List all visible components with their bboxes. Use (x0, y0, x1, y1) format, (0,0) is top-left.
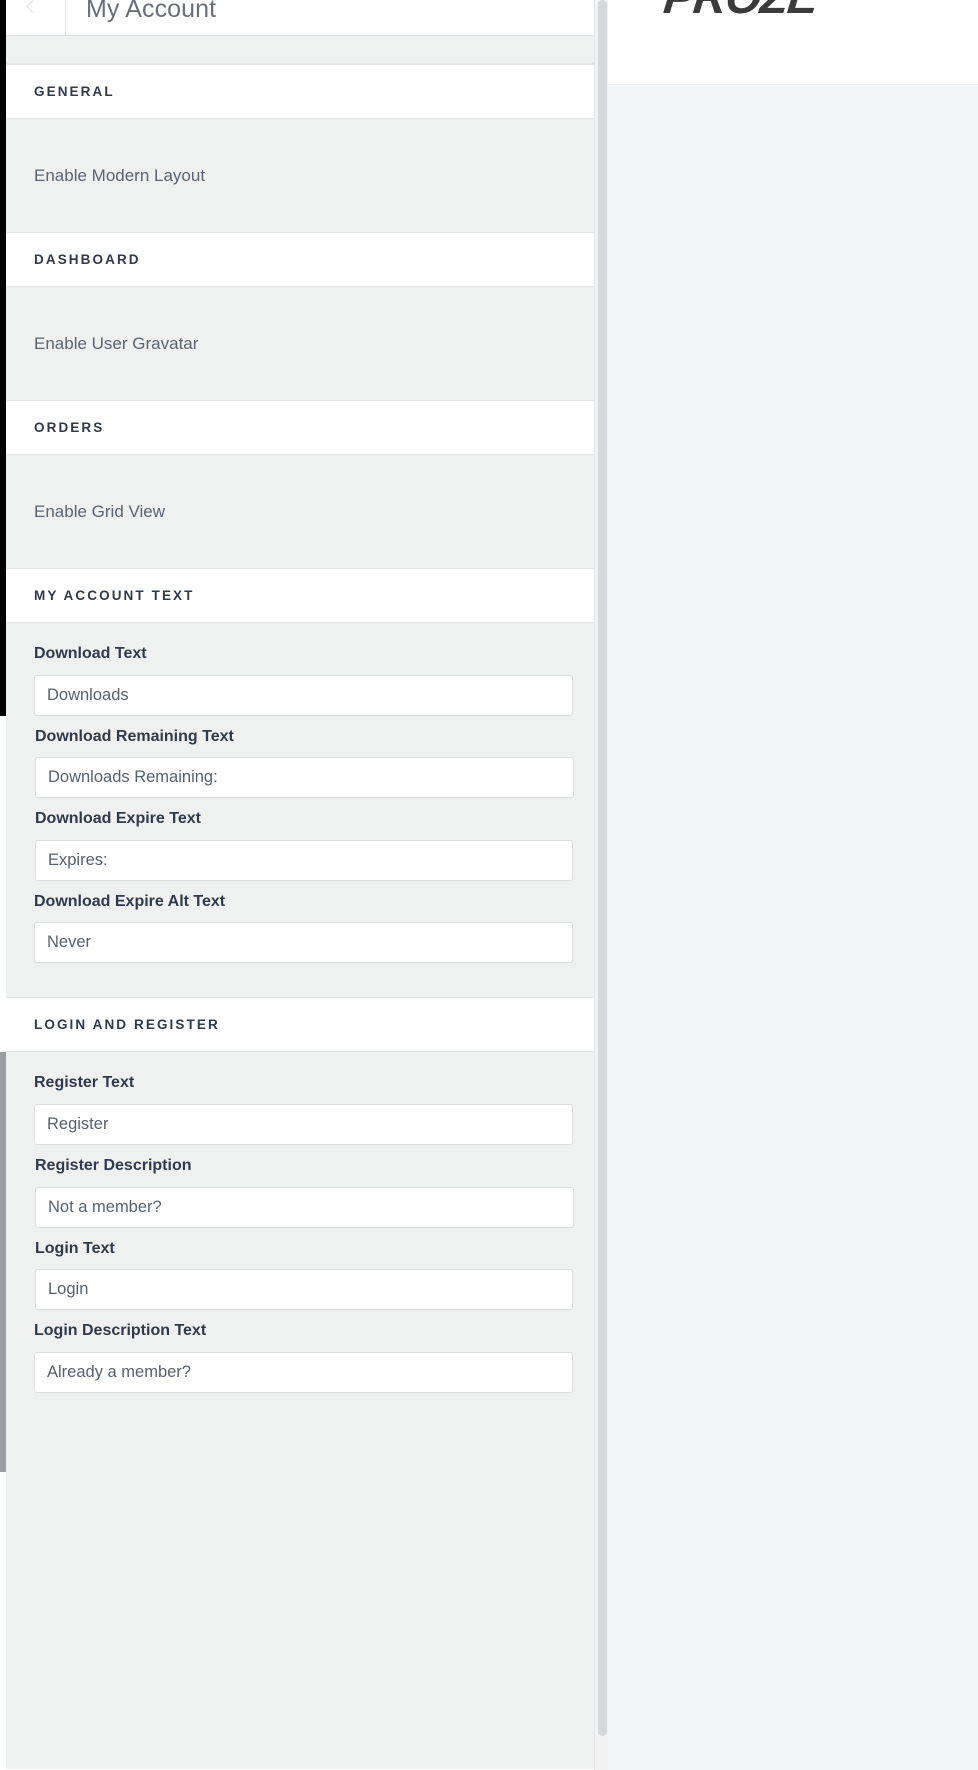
field-group-login-and-register: Register Text Register Description Login… (0, 1052, 608, 1427)
site-logo[interactable]: PROZE (661, 0, 820, 24)
field-register-text: Register Text (0, 1074, 608, 1145)
section-title-label: GENERAL (34, 84, 115, 99)
field-label: Login Description Text (34, 1322, 207, 1340)
setting-row-enable-grid-view[interactable]: Enable Grid View (0, 455, 608, 568)
field-label: Download Expire Text (35, 810, 201, 828)
window-scrollbar-thumb-lower[interactable] (0, 1052, 6, 1472)
panel-header: My Account (0, 0, 608, 36)
download-expire-text-input[interactable] (35, 839, 573, 881)
section-title-label: DASHBOARD (34, 252, 141, 267)
download-expire-alt-text-input[interactable] (34, 922, 573, 964)
header-spacer (0, 36, 608, 64)
back-button[interactable] (0, 0, 66, 36)
register-text-input[interactable] (34, 1103, 573, 1145)
preview-canvas (608, 85, 978, 1770)
field-label: Register Description (35, 1156, 192, 1174)
preview-site-header: PROZE (608, 0, 978, 85)
setting-row-enable-modern-layout[interactable]: Enable Modern Layout (0, 119, 608, 232)
section-title-label: LOGIN AND REGISTER (34, 1017, 220, 1033)
panel-scrollbar[interactable] (594, 0, 608, 1770)
field-download-expire-text: Download Expire Text (0, 810, 608, 881)
field-download-text: Download Text (0, 645, 608, 716)
section-header-my-account-text: MY ACCOUNT TEXT (0, 568, 608, 623)
field-label: Login Text (35, 1239, 115, 1257)
setting-label: Enable User Gravatar (34, 333, 199, 353)
field-login-description-text: Login Description Text (0, 1322, 608, 1393)
field-label: Download Text (34, 645, 147, 662)
register-description-input[interactable] (35, 1186, 574, 1228)
setting-label: Enable Grid View (34, 501, 166, 521)
window-scrollbar[interactable] (0, 0, 6, 1770)
field-label: Register Text (34, 1074, 135, 1092)
section-header-orders: ORDERS (0, 400, 608, 455)
download-text-input[interactable] (34, 674, 573, 716)
section-title-label: MY ACCOUNT TEXT (34, 588, 195, 603)
setting-label: Enable Modern Layout (34, 165, 206, 185)
field-group-my-account-text: Download Text Download Remaining Text Do… (0, 623, 608, 998)
field-login-text: Login Text (0, 1240, 608, 1311)
window-scrollbar-thumb-upper[interactable] (0, 0, 6, 716)
panel-scrollbar-thumb[interactable] (598, 0, 607, 1736)
settings-list: GENERAL Enable Modern Layout DASHBOARD E… (0, 64, 608, 1769)
settings-panel: My Account GENERAL Enable Modern Layout … (0, 0, 608, 1770)
field-download-expire-alt-text: Download Expire Alt Text (0, 893, 608, 964)
chevron-left-icon (26, 0, 39, 13)
section-header-general: GENERAL (0, 64, 608, 119)
customizer-root: My Account GENERAL Enable Modern Layout … (0, 0, 978, 1770)
section-title-label: ORDERS (34, 420, 105, 435)
field-download-remaining-text: Download Remaining Text (0, 728, 608, 799)
field-register-description: Register Description (0, 1157, 608, 1228)
section-header-dashboard: DASHBOARD (0, 232, 608, 287)
site-preview: PROZE (608, 0, 978, 1770)
download-remaining-text-input[interactable] (35, 757, 574, 799)
page-title: My Account (86, 0, 217, 23)
login-text-input[interactable] (35, 1269, 573, 1311)
setting-row-enable-user-gravatar[interactable]: Enable User Gravatar (0, 287, 608, 400)
field-label: Download Expire Alt Text (34, 892, 226, 910)
field-label: Download Remaining Text (35, 727, 234, 745)
login-description-text-input[interactable] (34, 1351, 573, 1393)
section-header-login-and-register: LOGIN AND REGISTER (0, 997, 608, 1053)
